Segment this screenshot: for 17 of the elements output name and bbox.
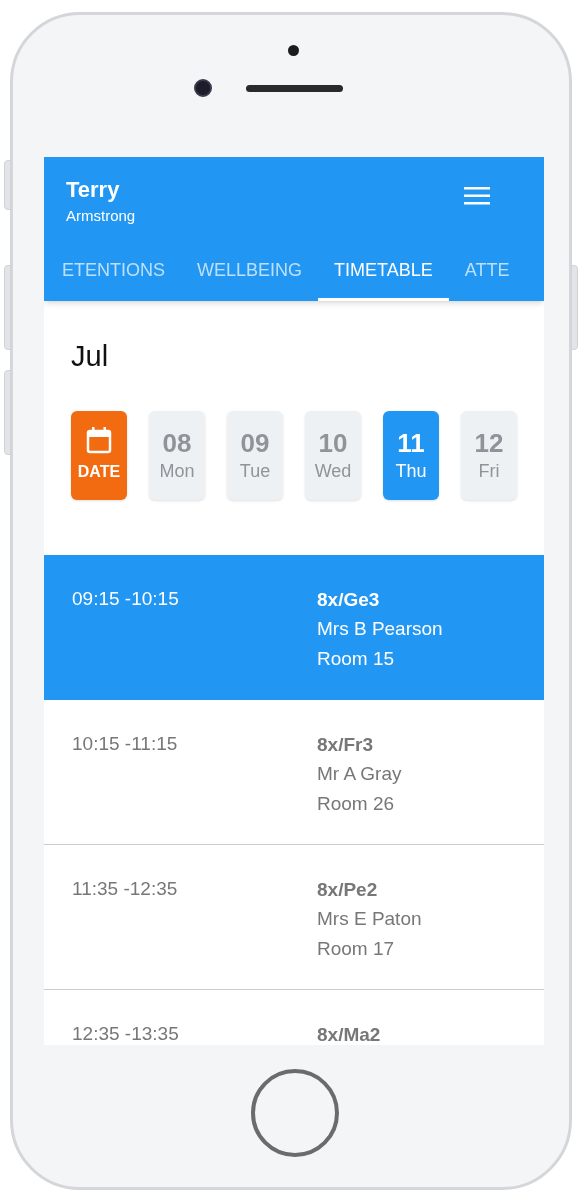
calendar-icon: [86, 426, 112, 454]
nav-tab[interactable]: ATTE: [448, 253, 526, 301]
day-card[interactable]: 11 Thu: [383, 410, 439, 500]
month-title: Jul: [71, 339, 110, 374]
menu-icon[interactable]: [464, 187, 490, 205]
user-last-name: Armstrong: [66, 206, 136, 226]
lesson-row[interactable]: 09:15 -10:15 8x/Ge3 Mrs B Pearson Room 15: [44, 554, 544, 700]
user-first-name: Terry: [66, 176, 120, 204]
nav-tab[interactable]: TIMETABLE: [318, 253, 449, 301]
day-card[interactable]: 09 Tue: [227, 410, 283, 500]
date-label: DATE: [77, 462, 121, 482]
day-card[interactable]: 08 Mon: [149, 410, 205, 500]
day-card[interactable]: 10 Wed: [305, 410, 361, 500]
nav-tab[interactable]: WELLBEING: [181, 253, 319, 301]
date-picker-button[interactable]: DATE: [71, 410, 127, 500]
nav-tab[interactable]: ETENTIONS: [46, 253, 181, 301]
day-card[interactable]: 12 Fri: [461, 410, 517, 500]
